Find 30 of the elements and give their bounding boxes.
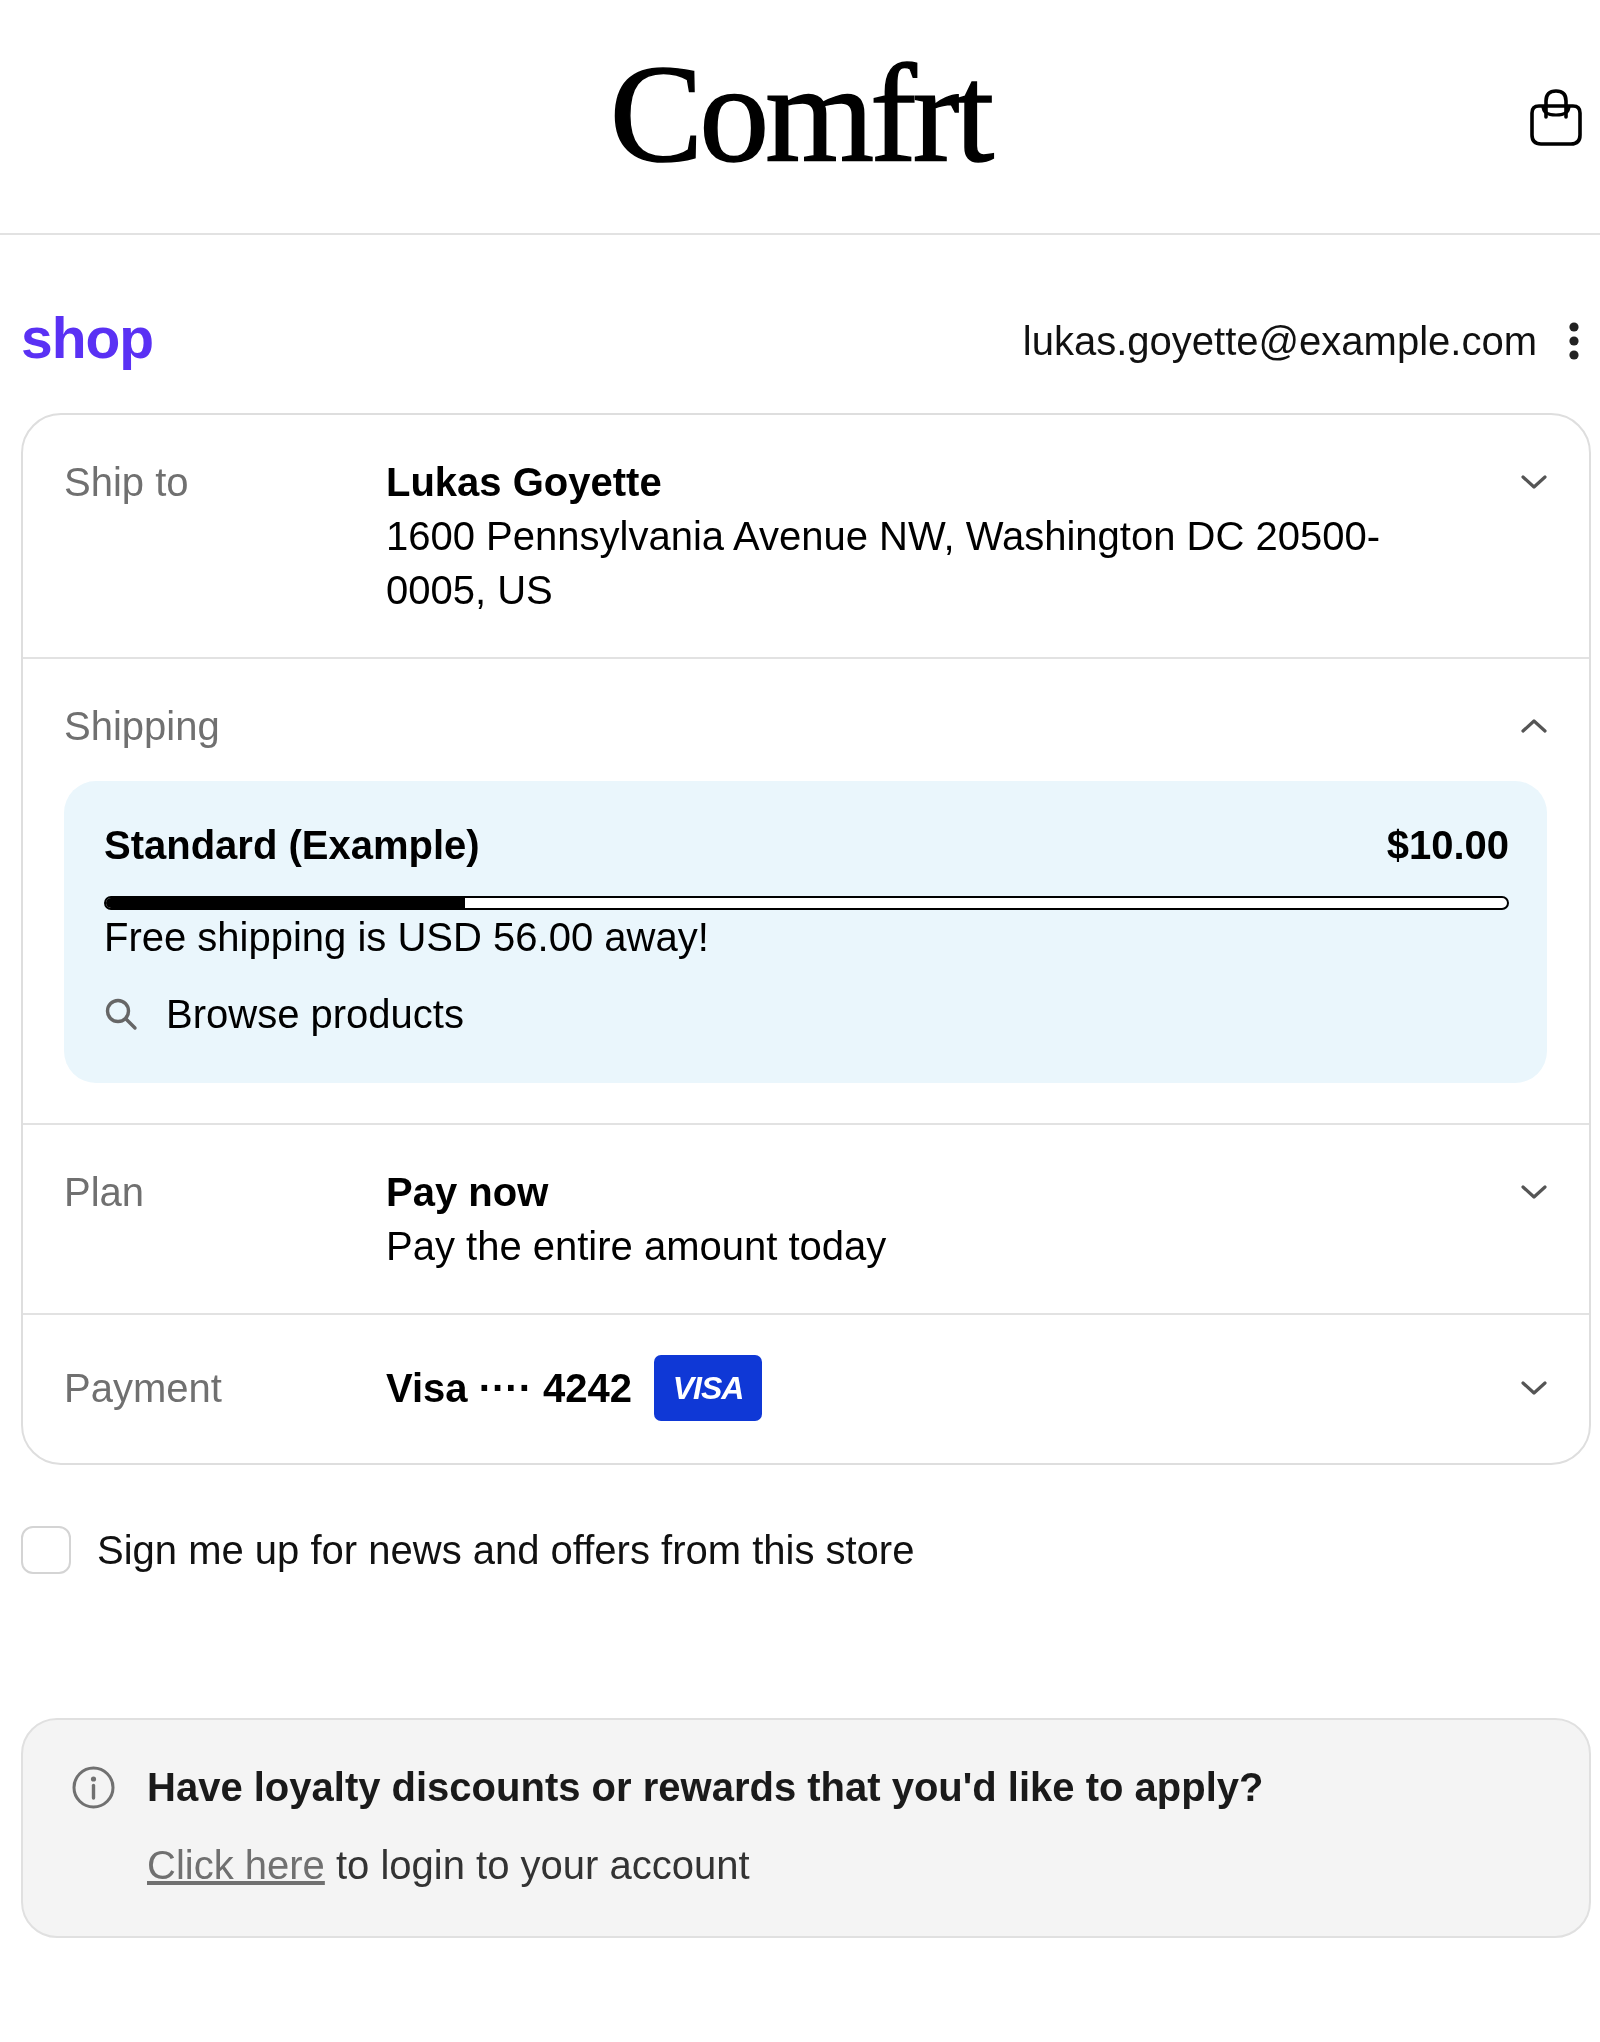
chevron-up-icon[interactable]: [1521, 718, 1547, 734]
section-label: Payment: [64, 1365, 223, 1412]
card-number: Visa ···· 4242: [386, 1365, 633, 1412]
account-email: lukas.goyette@example.com: [1022, 318, 1537, 365]
section-label: Ship to: [64, 459, 190, 506]
section-title: Pay now: [386, 1169, 550, 1216]
login-link[interactable]: Click here: [147, 1843, 325, 1887]
info-icon: [72, 1765, 115, 1809]
shipping-method-name: Standard (Example): [104, 822, 480, 869]
section-label: Shipping: [64, 703, 221, 750]
section-title: Lukas Goyette: [386, 459, 663, 506]
shipping-option-panel[interactable]: Standard (Example) $10.00 Free shipping is USD 56.00 away! Browse products: [64, 781, 1547, 1083]
search-icon: [104, 997, 138, 1031]
newsletter-checkbox[interactable]: [21, 1526, 71, 1574]
shipping-price: $10.00: [1386, 822, 1509, 869]
login-prompt: Click here to login to your account: [147, 1842, 751, 1889]
card-brand-logo: VISA: [654, 1355, 763, 1421]
section-detail: Pay the entire amount today: [386, 1223, 888, 1270]
section-label: Plan: [64, 1169, 146, 1216]
chevron-down-icon[interactable]: [1521, 474, 1547, 490]
chevron-down-icon[interactable]: [1521, 1184, 1547, 1200]
browse-products-link[interactable]: Browse products: [104, 987, 464, 1041]
loyalty-heading: Have loyalty discounts or rewards that you'd like to apply?: [147, 1764, 1264, 1811]
more-menu-icon[interactable]: [1568, 322, 1580, 360]
section-detail: 1600 Pennsylvania Avenue NW, Washington DC 20500-0005, US: [386, 513, 1381, 614]
free-shipping-message: Free shipping is USD 56.00 away!: [104, 914, 710, 961]
shopping-bag-icon[interactable]: [1528, 86, 1584, 147]
newsletter-label[interactable]: Sign me up for news and offers from this store: [97, 1523, 915, 1577]
store-logo[interactable]: Comfrt: [609, 43, 991, 184]
chevron-down-icon[interactable]: [1521, 1380, 1547, 1396]
